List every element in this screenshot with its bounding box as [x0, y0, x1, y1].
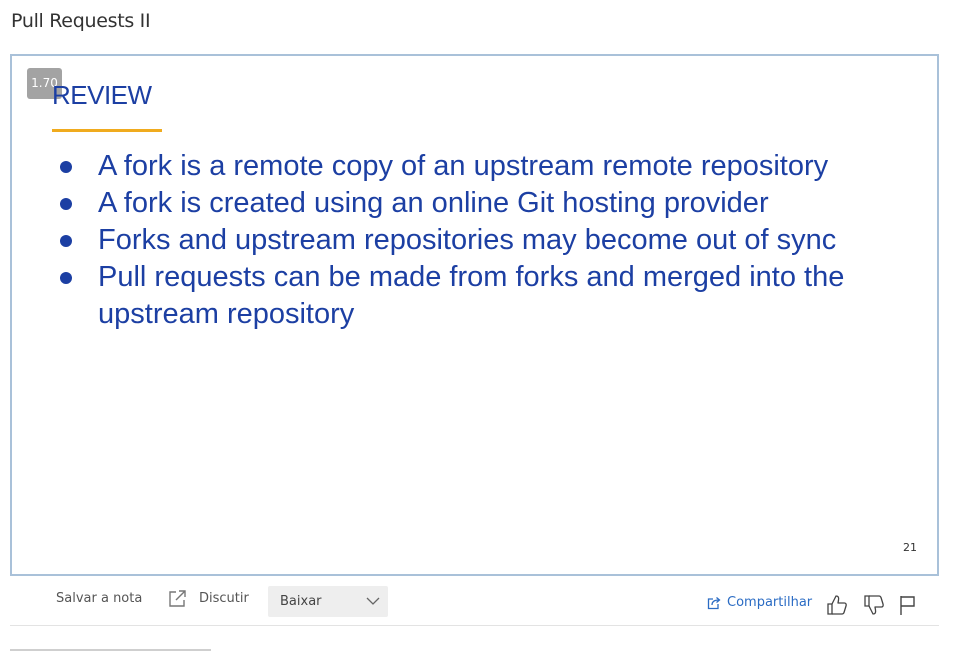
- discuss-label: Discutir: [199, 591, 249, 606]
- slide-number: 21: [903, 541, 917, 554]
- slide-bullet-text: A fork is created using an online Git ho…: [98, 187, 769, 219]
- download-select[interactable]: Baixar: [268, 586, 388, 617]
- thumbs-up-icon: [827, 595, 847, 615]
- lecture-toolbar: Salvar a nota Discutir Baixar Compartilh…: [10, 584, 939, 624]
- like-button[interactable]: [825, 593, 849, 617]
- thumbs-down-icon: [864, 595, 884, 615]
- flag-icon: [900, 596, 915, 615]
- dislike-button[interactable]: [862, 593, 886, 617]
- slide-bullet-text: Forks and upstream repositories may beco…: [98, 224, 837, 256]
- share-icon: [707, 596, 721, 609]
- slide-viewer[interactable]: 1.70 REVIEW A fork is a remote copy of a…: [10, 54, 939, 576]
- page-title: Pull Requests II: [11, 10, 151, 32]
- slide-bullet-list: A fork is a remote copy of an upstream r…: [56, 148, 916, 333]
- slide-bullet: Forks and upstream repositories may beco…: [56, 222, 916, 259]
- slide-bullet-text: Pull requests can be made from forks and…: [98, 261, 845, 330]
- share-button[interactable]: Compartilhar: [707, 595, 812, 610]
- heading-underline: [52, 129, 162, 132]
- discuss-button[interactable]: Discutir: [168, 589, 249, 608]
- bullet-dot-icon: [60, 272, 72, 284]
- slide-bullet: A fork is created using an online Git ho…: [56, 185, 916, 222]
- external-link-icon: [169, 590, 186, 607]
- slide-heading: REVIEW: [52, 80, 152, 110]
- bullet-dot-icon: [60, 161, 72, 173]
- flag-button[interactable]: [896, 593, 920, 617]
- lecture-page: Pull Requests II 1.70 REVIEW A fork is a…: [0, 0, 975, 651]
- toolbar-divider: [10, 625, 939, 626]
- slide-bullet: A fork is a remote copy of an upstream r…: [56, 148, 916, 185]
- save-note-button[interactable]: Salvar a nota: [56, 591, 142, 606]
- download-select-value: Baixar: [280, 594, 322, 609]
- slide-bullet: Pull requests can be made from forks and…: [56, 259, 916, 333]
- chevron-down-icon: [366, 597, 380, 605]
- share-label: Compartilhar: [727, 595, 813, 610]
- bullet-dot-icon: [60, 235, 72, 247]
- slide-bullet-text: A fork is a remote copy of an upstream r…: [98, 150, 829, 182]
- bullet-dot-icon: [60, 198, 72, 210]
